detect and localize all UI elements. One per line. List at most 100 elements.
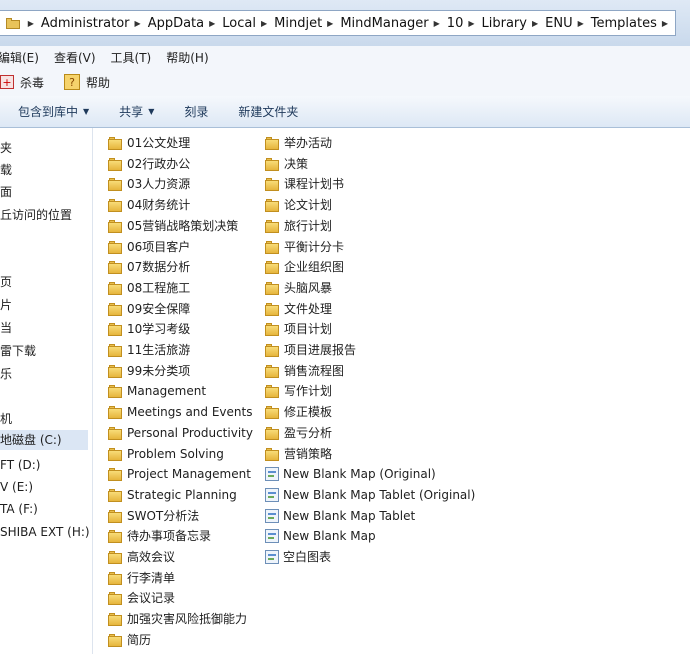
nav-item-computer[interactable]: 机 <box>0 409 12 429</box>
chevron-right-icon[interactable]: ▶ <box>209 19 215 28</box>
nav-item-drive-h[interactable]: SHIBA EXT (H:) <box>0 522 90 542</box>
breadcrumb-item[interactable]: ▶ Templates <box>573 16 657 31</box>
folder-item[interactable]: 加强灾害风险抵御能力 <box>108 609 247 629</box>
command-bar: 包含到库中 ▼ 共享 ▼ 刻录 新建文件夹 <box>0 96 690 128</box>
address-bar[interactable]: ▶ Administrator ▶ AppData ▶ Local ▶ Mindjet … <box>0 10 676 36</box>
folder-item[interactable]: 课程计划书 <box>265 174 344 194</box>
chevron-right-icon[interactable]: ▶ <box>327 19 333 28</box>
breadcrumb-end[interactable]: ▶ <box>657 19 675 28</box>
folder-item[interactable]: 行李清单 <box>108 568 175 588</box>
navigation-pane: 夹 载 面 丘访问的位置 页 片 当 雷下载 乐 机 地磁盘 (C:) FT (… <box>0 128 93 654</box>
folder-item[interactable]: Problem Solving <box>108 444 224 464</box>
menu-help[interactable]: 帮助(H) <box>166 49 208 66</box>
folder-item[interactable]: Meetings and Events <box>108 402 252 422</box>
folder-item[interactable]: 待办事项备忘录 <box>108 526 211 546</box>
folder-item[interactable]: 论文计划 <box>265 195 332 215</box>
folder-item[interactable]: Personal Productivity <box>108 423 253 443</box>
folder-item[interactable]: 项目计划 <box>265 319 332 339</box>
nav-item-drive-d[interactable]: FT (D:) <box>0 455 40 475</box>
nav-item-drive-e[interactable]: V (E:) <box>0 477 33 497</box>
help-button[interactable]: ? 帮助 <box>64 74 110 91</box>
breadcrumb-item[interactable]: ▶ Mindjet <box>256 16 322 31</box>
nav-item-desktop[interactable]: 面 <box>0 182 12 202</box>
item-name: Problem Solving <box>127 446 224 461</box>
burn-button[interactable]: 刻录 <box>184 103 208 120</box>
chevron-right-icon[interactable]: ▶ <box>434 19 440 28</box>
folder-item[interactable]: 写作计划 <box>265 381 332 401</box>
folder-item[interactable]: 04财务统计 <box>108 195 190 215</box>
folder-item[interactable]: 盈亏分析 <box>265 423 332 443</box>
file-item[interactable]: 空白图表 <box>265 547 331 567</box>
nav-item-favorites[interactable]: 夹 <box>0 138 12 158</box>
address-bar-region: ▶ Administrator ▶ AppData ▶ Local ▶ Mindjet … <box>0 0 690 46</box>
folder-item[interactable]: 文件处理 <box>265 299 332 319</box>
nav-item-videos[interactable]: 页 <box>0 272 12 292</box>
folder-item[interactable]: Management <box>108 381 206 401</box>
nav-item-drive-f[interactable]: TA (F:) <box>0 499 38 519</box>
menu-view[interactable]: 查看(V) <box>54 49 96 66</box>
chevron-right-icon[interactable]: ▶ <box>261 19 267 28</box>
nav-item-thunder-downloads[interactable]: 雷下载 <box>0 341 36 361</box>
folder-item[interactable]: Strategic Planning <box>108 485 237 505</box>
folder-item[interactable]: SWOT分析法 <box>108 506 199 526</box>
folder-item[interactable]: 旅行计划 <box>265 216 332 236</box>
breadcrumb-item[interactable]: ▶ ENU <box>527 16 573 31</box>
file-item[interactable]: New Blank Map (Original) <box>265 464 436 484</box>
folder-item[interactable]: 简历 <box>108 630 151 650</box>
folder-item[interactable]: 销售流程图 <box>265 361 344 381</box>
nav-item-documents[interactable]: 当 <box>0 318 12 338</box>
folder-item[interactable]: 高效会议 <box>108 547 175 567</box>
folder-item[interactable]: Project Management <box>108 464 251 484</box>
folder-item[interactable]: 99未分类项 <box>108 361 190 381</box>
folder-icon <box>108 260 122 275</box>
menu-tools[interactable]: 工具(T) <box>111 49 152 66</box>
nav-item-recent-places[interactable]: 丘访问的位置 <box>0 205 72 225</box>
file-item[interactable]: New Blank Map Tablet <box>265 506 415 526</box>
nav-item-music[interactable]: 乐 <box>0 364 12 384</box>
file-item[interactable]: New Blank Map <box>265 526 376 546</box>
folder-item[interactable]: 营销策略 <box>265 444 332 464</box>
folder-item[interactable]: 02行政办公 <box>108 154 190 174</box>
chevron-right-icon[interactable]: ▶ <box>468 19 474 28</box>
folder-item[interactable]: 头脑风暴 <box>265 278 332 298</box>
breadcrumb-item[interactable]: ▶ Library <box>463 16 527 31</box>
folder-icon <box>265 281 279 295</box>
breadcrumb-item[interactable]: ▶ Administrator <box>23 16 130 31</box>
menu-edit[interactable]: 编辑(E) <box>0 49 39 66</box>
share-label: 共享 <box>119 105 144 119</box>
folder-item[interactable]: 09安全保障 <box>108 299 190 319</box>
folder-item[interactable]: 决策 <box>265 154 308 174</box>
file-item[interactable]: New Blank Map Tablet (Original) <box>265 485 475 505</box>
nav-item-pictures[interactable]: 片 <box>0 295 12 315</box>
folder-item[interactable]: 10学习考级 <box>108 319 190 339</box>
folder-icon <box>108 405 122 420</box>
chevron-right-icon[interactable]: ▶ <box>532 19 538 28</box>
breadcrumb-item[interactable]: ▶ AppData <box>130 16 205 31</box>
folder-item[interactable]: 08工程施工 <box>108 278 190 298</box>
breadcrumb-item[interactable]: ▶ Local <box>204 16 256 31</box>
breadcrumb-item[interactable]: ▶ MindManager <box>322 16 428 31</box>
folder-item[interactable]: 01公文处理 <box>108 133 190 153</box>
chevron-right-icon[interactable]: ▶ <box>135 19 141 28</box>
folder-item[interactable]: 05营销战略策划决策 <box>108 216 238 236</box>
chevron-right-icon[interactable]: ▶ <box>578 19 584 28</box>
folder-item[interactable]: 修正模板 <box>265 402 332 422</box>
folder-item[interactable]: 平衡计分卡 <box>265 237 344 257</box>
breadcrumb-item[interactable]: ▶ 10 <box>429 16 464 31</box>
antivirus-button[interactable]: + 杀毒 <box>0 74 44 91</box>
folder-item[interactable]: 11生活旅游 <box>108 340 190 360</box>
chevron-right-icon[interactable]: ▶ <box>28 19 34 28</box>
include-in-library-button[interactable]: 包含到库中 ▼ <box>18 103 89 120</box>
share-button[interactable]: 共享 ▼ <box>119 103 154 120</box>
folder-item[interactable]: 03人力资源 <box>108 174 190 194</box>
folder-item[interactable]: 项目进展报告 <box>265 340 356 360</box>
folder-item[interactable]: 会议记录 <box>108 588 175 608</box>
chevron-right-icon[interactable]: ▶ <box>662 19 668 28</box>
nav-item-downloads[interactable]: 载 <box>0 160 12 180</box>
folder-item[interactable]: 06项目客户 <box>108 237 190 257</box>
nav-item-drive-c[interactable]: 地磁盘 (C:) <box>0 430 88 450</box>
new-folder-button[interactable]: 新建文件夹 <box>238 103 298 120</box>
folder-item[interactable]: 07数据分析 <box>108 257 190 277</box>
folder-item[interactable]: 企业组织图 <box>265 257 344 277</box>
folder-item[interactable]: 举办活动 <box>265 133 332 153</box>
